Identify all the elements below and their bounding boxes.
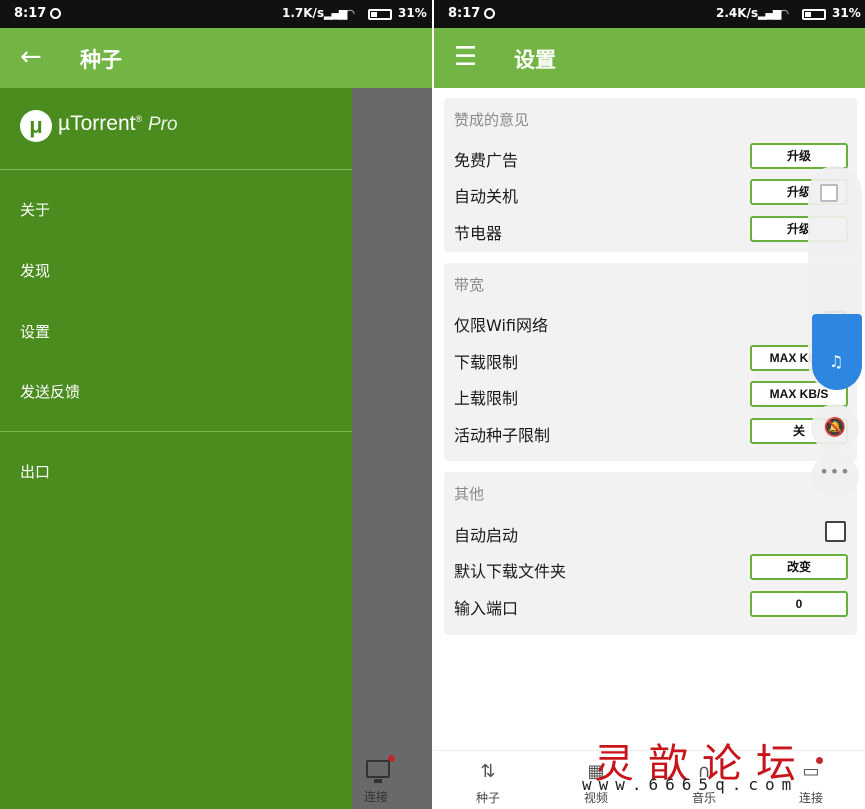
status-time: 8:17	[448, 6, 481, 21]
right-screen: 8:17 2.4K/s ▂▄▆ ◠ 31% ☰ 设置 赞成的意见 免费广告 升级…	[434, 0, 865, 809]
section-header: 赞成的意见	[454, 111, 530, 129]
notification-dot-icon	[484, 8, 495, 19]
wifi-icon: ◠	[346, 7, 355, 20]
signal-icon: ▂▄▆	[758, 7, 781, 20]
left-screen: 8:17 1.7K/s ▂▄▆ ◠ 31% ← 种子 μ µTorrent® P…	[0, 0, 432, 809]
setting-label: 自动关机	[454, 187, 519, 206]
setting-label: 自动启动	[454, 526, 519, 545]
battery-icon	[802, 9, 826, 20]
drawer-item-feedback[interactable]: 发送反馈	[20, 372, 320, 412]
bottom-navigation: ⇅ 种子 ▦ 视频 ∩ 音乐 ▭ 连接 灵歆论坛 www.6665q.com	[434, 741, 865, 809]
setting-label: 上载限制	[454, 389, 519, 408]
settings-section-bandwidth: 带宽 仅限Wifi网络 下载限制 MAX KB/S 上载限制 MAX KB/S …	[444, 263, 857, 461]
battery-percent: 31%	[398, 6, 427, 20]
setting-label: 活动种子限制	[454, 426, 551, 445]
divider	[0, 169, 352, 170]
section-header: 带宽	[454, 276, 485, 294]
wifi-icon: ◠	[780, 7, 789, 20]
music-note-icon: ♫	[829, 352, 844, 371]
floating-sidebar-widget[interactable]: ♫ 🔕 •••	[808, 166, 862, 500]
more-icon[interactable]: •••	[811, 454, 859, 498]
section-header: 其他	[454, 485, 485, 503]
settings-section-pro: 赞成的意见 免费广告 升级 自动关机 升级 节电器 升级	[444, 98, 857, 252]
drawer-item-exit[interactable]: 出口	[20, 452, 320, 492]
nav-torrents[interactable]: ⇅ 种子	[434, 751, 542, 809]
nav-label: 种子	[475, 791, 500, 805]
notification-badge	[816, 757, 823, 764]
hamburger-icon[interactable]: ☰	[454, 42, 477, 72]
network-speed: 2.4K/s	[716, 6, 759, 20]
change-folder-button[interactable]: 改变	[750, 554, 848, 580]
arrow-left-icon[interactable]: ←	[20, 42, 42, 72]
page-title: 种子	[80, 48, 122, 72]
brand-name: µTorrent® Pro	[58, 112, 178, 135]
setting-label: 仅限Wifi网络	[454, 316, 548, 335]
setting-label: 默认下载文件夹	[454, 562, 567, 581]
app-bar: ☰ 设置	[434, 28, 865, 88]
watermark-url: www.6665q.com	[582, 775, 799, 794]
bottom-nav-connection[interactable]: 连接	[352, 750, 432, 809]
settings-section-other: 其他 自动启动 默认下载文件夹 改变 输入端口 0	[444, 472, 857, 635]
notification-dot-icon	[50, 8, 61, 19]
drawer-item-discover[interactable]: 发现	[20, 251, 320, 291]
setting-label: 免费广告	[454, 151, 519, 170]
drawer-item-settings[interactable]: 设置	[20, 312, 320, 352]
port-input[interactable]: 0	[750, 591, 848, 617]
monitor-icon	[366, 760, 390, 783]
bottom-nav-label: 连接	[364, 790, 389, 804]
navigation-drawer: μ µTorrent® Pro 关于 发现 设置 发送反馈 出口	[0, 88, 352, 809]
setting-label: 输入端口	[454, 599, 519, 618]
divider	[0, 431, 352, 432]
network-speed: 1.7K/s	[282, 6, 325, 20]
notification-badge	[388, 755, 395, 762]
app-bar: ← 种子	[0, 28, 432, 88]
drawer-item-about[interactable]: 关于	[20, 190, 320, 230]
signal-icon: ▂▄▆	[324, 7, 347, 20]
status-time: 8:17	[14, 6, 47, 21]
overlay-checkbox-icon	[820, 184, 838, 202]
status-bar: 8:17 1.7K/s ▂▄▆ ◠ 31%	[0, 0, 432, 28]
battery-percent: 31%	[832, 6, 861, 20]
page-title: 设置	[514, 48, 556, 72]
setting-label: 下载限制	[454, 353, 519, 372]
bell-off-icon[interactable]: 🔕	[811, 404, 859, 452]
autostart-checkbox[interactable]	[825, 521, 846, 542]
up-down-arrows-icon: ⇅	[480, 761, 496, 782]
utorrent-logo-icon: μ	[20, 110, 52, 142]
setting-label: 节电器	[454, 224, 503, 243]
status-bar: 8:17 2.4K/s ▂▄▆ ◠ 31%	[434, 0, 865, 28]
battery-icon	[368, 9, 392, 20]
